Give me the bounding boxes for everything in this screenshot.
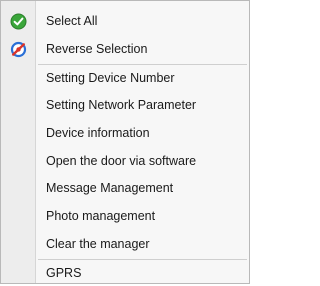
menu-item-device-information[interactable]: Device information [1, 120, 249, 146]
menu-item-label: Open the door via software [46, 154, 197, 168]
menu-item-open-door-via-software[interactable]: Open the door via software [1, 148, 249, 174]
menu-item-setting-device-number[interactable]: Setting Device Number [1, 65, 249, 91]
context-menu: Select All Reverse Selection Setting Dev… [0, 0, 250, 284]
menu-item-label: Reverse Selection [46, 42, 148, 56]
menu-item-label: Setting Device Number [46, 71, 175, 85]
menu-item-label: Select All [46, 14, 98, 28]
menu-item-setting-network-parameter[interactable]: Setting Network Parameter [1, 92, 249, 118]
menu-item-label: Photo management [46, 209, 156, 223]
reverse-selection-icon [10, 41, 27, 58]
menu-item-gprs[interactable]: GPRS [1, 260, 249, 286]
menu-item-select-all[interactable]: Select All [1, 8, 249, 34]
menu-item-label: Clear the manager [46, 237, 150, 251]
menu-item-label: GPRS [46, 266, 82, 280]
menu-item-message-management[interactable]: Message Management [1, 175, 249, 201]
menu-item-label: Device information [46, 126, 150, 140]
menu-item-label: Message Management [46, 181, 174, 195]
menu-item-reverse-selection[interactable]: Reverse Selection [1, 36, 249, 62]
menu-item-photo-management[interactable]: Photo management [1, 203, 249, 229]
check-circle-icon [10, 13, 27, 30]
menu-item-clear-the-manager[interactable]: Clear the manager [1, 231, 249, 257]
menu-item-label: Setting Network Parameter [46, 98, 197, 112]
